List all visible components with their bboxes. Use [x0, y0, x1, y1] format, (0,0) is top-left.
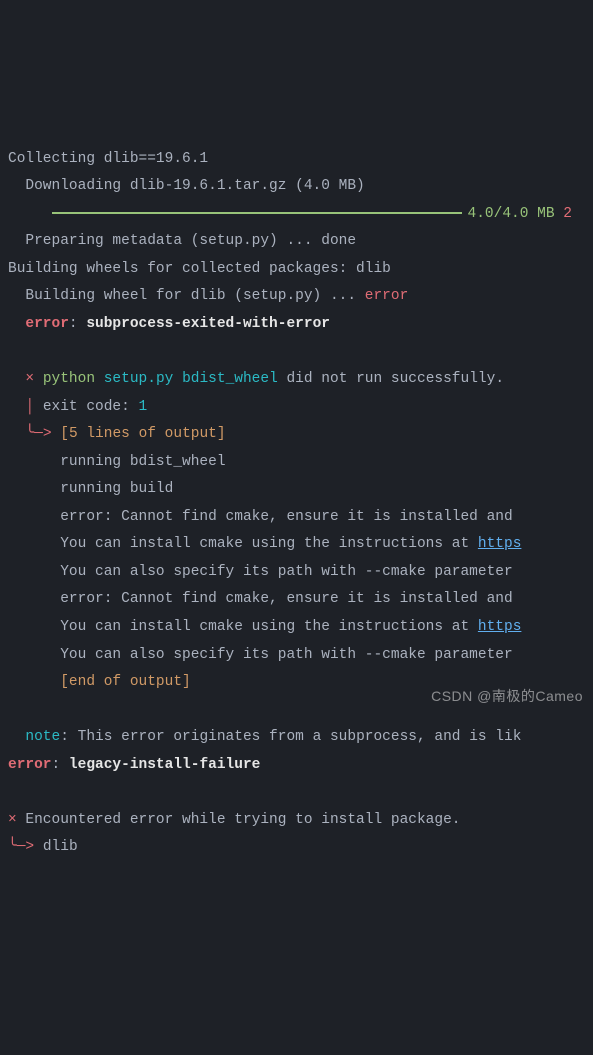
- cmake-link-2[interactable]: https: [478, 619, 522, 635]
- cmake-link-1[interactable]: https: [478, 536, 522, 552]
- line-out-1: running bdist_wheel: [8, 454, 226, 470]
- line-out-3: error: Cannot find cmake, ensure it is i…: [8, 509, 513, 525]
- progress-trail: 2: [563, 206, 572, 222]
- progress-bar-icon: [52, 212, 462, 214]
- progress-text: 4.0/4.0 MB: [468, 206, 555, 222]
- line-collecting: Collecting dlib==19.6.1: [8, 151, 208, 167]
- line-building-wheel: Building wheel for dlib (setup.py) ... e…: [8, 288, 408, 304]
- blank-2: [8, 702, 17, 718]
- progress-line: 4.0/4.0 MB 2: [8, 206, 572, 222]
- line-note: note: This error originates from a subpr…: [8, 729, 521, 745]
- line-out-7: You can install cmake using the instruct…: [8, 619, 521, 635]
- line-exit-code: │ exit code: 1: [8, 399, 147, 415]
- line-building-wheels: Building wheels for collected packages: …: [8, 261, 391, 277]
- blank-3: [8, 784, 17, 800]
- line-preparing: Preparing metadata (setup.py) ... done: [8, 233, 356, 249]
- line-out-8: You can also specify its path with --cma…: [8, 647, 513, 663]
- blank-1: [8, 344, 17, 360]
- line-out-6: error: Cannot find cmake, ensure it is i…: [8, 591, 513, 607]
- cross-icon-2: ×: [8, 812, 25, 828]
- line-out-5: You can also specify its path with --cma…: [8, 564, 513, 580]
- terminal-output: Collecting dlib==19.6.1 Downloading dlib…: [8, 118, 593, 862]
- line-out-2: running build: [8, 481, 173, 497]
- line-cross-cmd: × python setup.py bdist_wheel did not ru…: [8, 371, 504, 387]
- line-end-output: [end of output]: [8, 674, 191, 690]
- elbow-icon: ╰─>: [8, 426, 60, 442]
- pipe-icon: │: [8, 399, 43, 415]
- cross-icon: ×: [8, 371, 43, 387]
- line-pkg: ╰─> dlib: [8, 839, 78, 855]
- watermark-text: CSDN @南极的Cameo: [431, 683, 583, 710]
- line-downloading: Downloading dlib-19.6.1.tar.gz (4.0 MB): [8, 178, 365, 194]
- line-encountered: × Encountered error while trying to inst…: [8, 812, 460, 828]
- line-error-1: error: subprocess-exited-with-error: [8, 316, 330, 332]
- line-out-4: You can install cmake using the instruct…: [8, 536, 521, 552]
- elbow-icon-2: ╰─>: [8, 839, 43, 855]
- line-error-2: error: legacy-install-failure: [8, 757, 260, 773]
- line-output-header: ╰─> [5 lines of output]: [8, 426, 226, 442]
